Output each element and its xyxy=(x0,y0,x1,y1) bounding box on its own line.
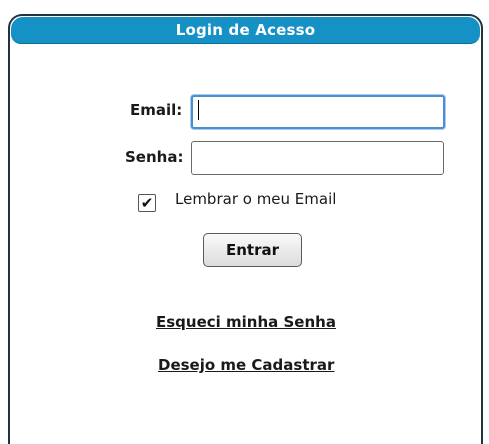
forgot-password-link[interactable]: Esqueci minha Senha xyxy=(156,313,336,331)
register-link[interactable]: Desejo me Cadastrar xyxy=(158,356,334,374)
password-field[interactable] xyxy=(191,141,444,175)
login-panel: Login de Acesso xyxy=(8,14,483,444)
password-label: Senha: xyxy=(125,148,184,166)
login-button[interactable]: Entrar xyxy=(203,233,302,267)
email-field[interactable] xyxy=(191,95,445,129)
email-label: Email: xyxy=(130,101,183,119)
remember-email-label[interactable]: Lembrar o meu Email xyxy=(175,190,336,208)
remember-email-checkbox[interactable]: ✔ xyxy=(138,194,156,212)
text-caret xyxy=(198,100,199,120)
check-icon: ✔ xyxy=(140,193,154,212)
panel-header: Login de Acesso xyxy=(11,17,480,44)
panel-title: Login de Acesso xyxy=(175,21,316,39)
